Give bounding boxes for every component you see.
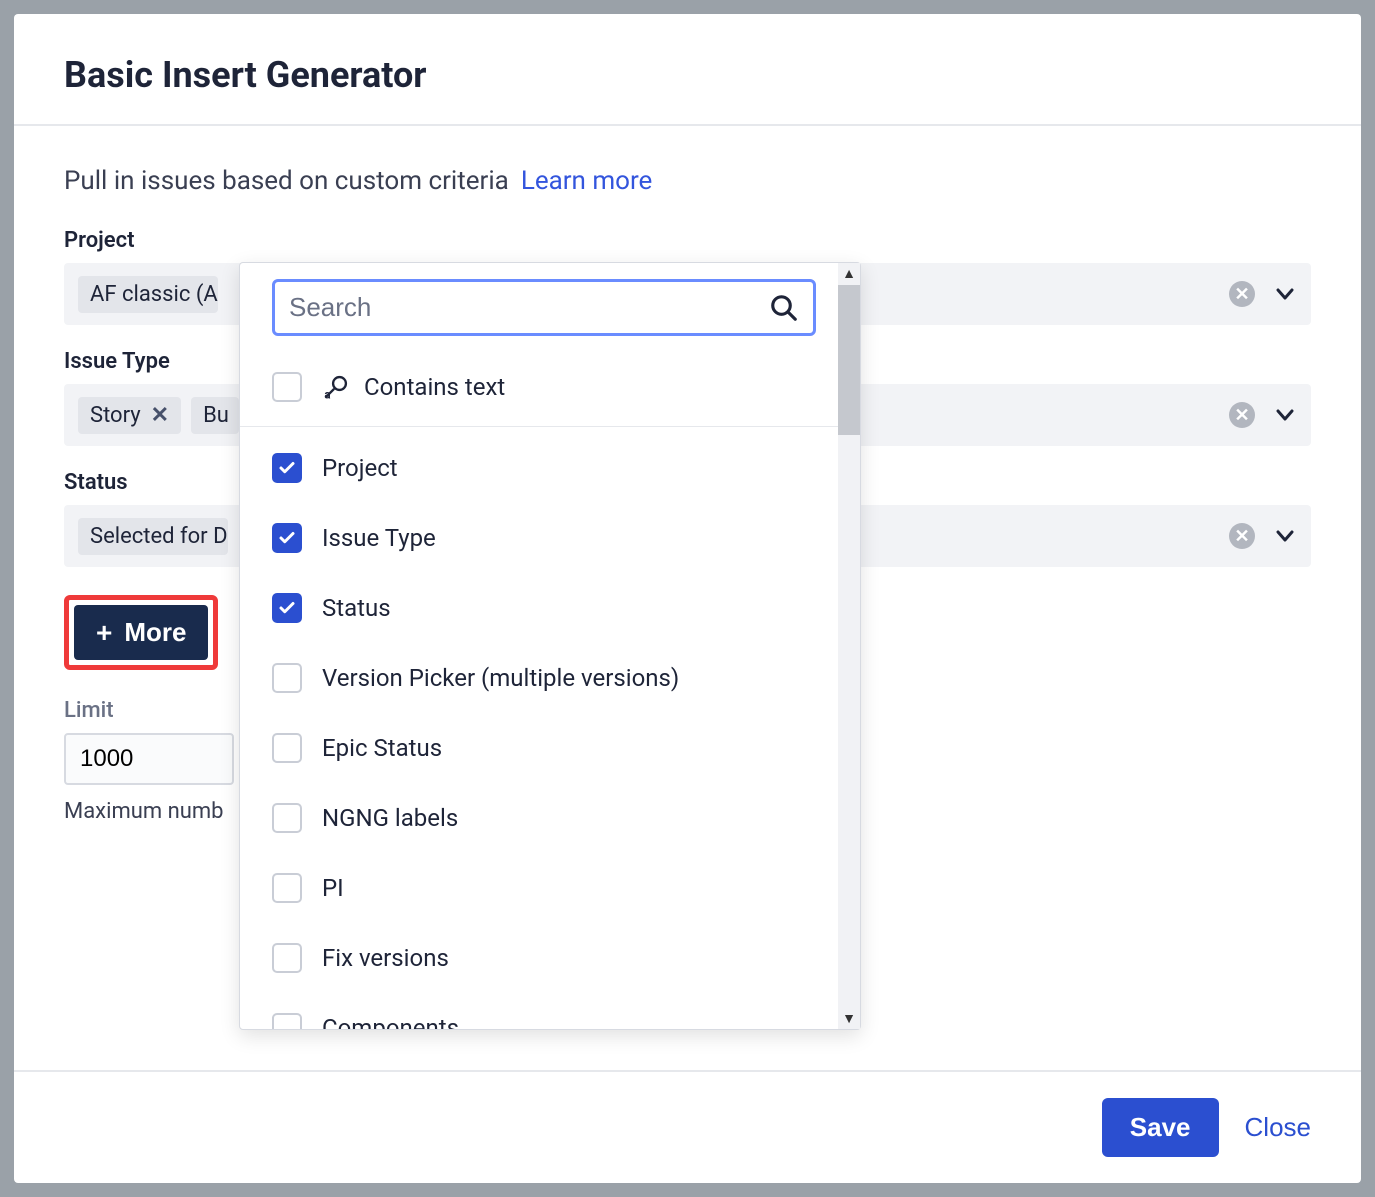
option-label: Contains text [364, 373, 505, 401]
chevron-down-icon[interactable] [1273, 403, 1297, 427]
separator [240, 426, 860, 427]
plus-icon: + [96, 619, 112, 647]
criteria-dropdown: ▲ ▼ a Contains text [239, 262, 861, 1030]
option-version-picker[interactable]: Version Picker (multiple versions) [262, 643, 838, 713]
option-label: Issue Type [322, 524, 436, 552]
option-pi[interactable]: PI [262, 853, 838, 923]
contains-text-icon: a [322, 373, 350, 401]
option-project[interactable]: Project [262, 433, 838, 503]
clear-icon[interactable]: ✕ [1229, 523, 1255, 549]
limit-input[interactable] [64, 733, 234, 785]
more-button[interactable]: + More [74, 605, 208, 660]
modal-footer: Save Close [14, 1070, 1361, 1183]
status-chip[interactable]: Selected for D [78, 518, 228, 555]
scrollbar-thumb[interactable] [838, 285, 860, 435]
dropdown-content: a Contains text Project Issue Type [240, 263, 860, 1029]
chip-label: Story [90, 403, 141, 428]
option-label: Epic Status [322, 734, 442, 762]
more-button-label: More [124, 617, 186, 648]
checkbox[interactable] [272, 453, 302, 483]
checkbox[interactable] [272, 372, 302, 402]
checkbox[interactable] [272, 733, 302, 763]
clear-icon[interactable]: ✕ [1229, 402, 1255, 428]
checkbox[interactable] [272, 1013, 302, 1029]
save-button[interactable]: Save [1102, 1098, 1219, 1157]
checkbox[interactable] [272, 873, 302, 903]
close-button[interactable]: Close [1245, 1112, 1311, 1143]
modal-dialog: Basic Insert Generator Pull in issues ba… [14, 14, 1361, 1183]
option-ngng-labels[interactable]: NGNG labels [262, 783, 838, 853]
option-status[interactable]: Status [262, 573, 838, 643]
checkbox[interactable] [272, 943, 302, 973]
project-chip[interactable]: AF classic (AC [78, 276, 218, 313]
clear-icon[interactable]: ✕ [1229, 281, 1255, 307]
scroll-down-arrow-icon[interactable]: ▼ [842, 1008, 856, 1029]
option-label: Project [322, 454, 398, 482]
search-input[interactable] [289, 292, 769, 323]
option-label: Version Picker (multiple versions) [322, 664, 679, 692]
option-components[interactable]: Components [262, 993, 838, 1029]
chip-remove-icon[interactable]: ✕ [151, 403, 169, 428]
issue-type-chip-bug[interactable]: Bu [191, 397, 239, 434]
option-label: NGNG labels [322, 804, 458, 832]
option-label: PI [322, 874, 344, 902]
option-label: Components [322, 1014, 459, 1029]
checkbox[interactable] [272, 803, 302, 833]
intro-text: Pull in issues based on custom criteria [64, 166, 509, 196]
chevron-down-icon[interactable] [1273, 282, 1297, 306]
scroll-up-arrow-icon[interactable]: ▲ [842, 263, 856, 284]
option-epic-status[interactable]: Epic Status [262, 713, 838, 783]
option-label: Fix versions [322, 944, 449, 972]
checkbox[interactable] [272, 663, 302, 693]
project-label: Project [64, 228, 1311, 253]
intro-row: Pull in issues based on custom criteria … [64, 166, 1311, 196]
svg-text:a: a [324, 388, 330, 401]
scrollbar-track[interactable]: ▲ ▼ [838, 263, 860, 1029]
search-icon [769, 293, 799, 323]
dropdown-search-wrap [272, 279, 816, 336]
checkbox[interactable] [272, 523, 302, 553]
issue-type-chip-story[interactable]: Story ✕ [78, 397, 181, 434]
learn-more-link[interactable]: Learn more [521, 166, 653, 196]
chevron-down-icon[interactable] [1273, 524, 1297, 548]
modal-title: Basic Insert Generator [64, 54, 1311, 96]
modal-header: Basic Insert Generator [14, 14, 1361, 126]
option-issue-type[interactable]: Issue Type [262, 503, 838, 573]
option-contains-text[interactable]: a Contains text [262, 352, 838, 422]
checkbox[interactable] [272, 593, 302, 623]
more-button-highlight: + More [64, 595, 218, 670]
option-label: Status [322, 594, 391, 622]
option-fix-versions[interactable]: Fix versions [262, 923, 838, 993]
